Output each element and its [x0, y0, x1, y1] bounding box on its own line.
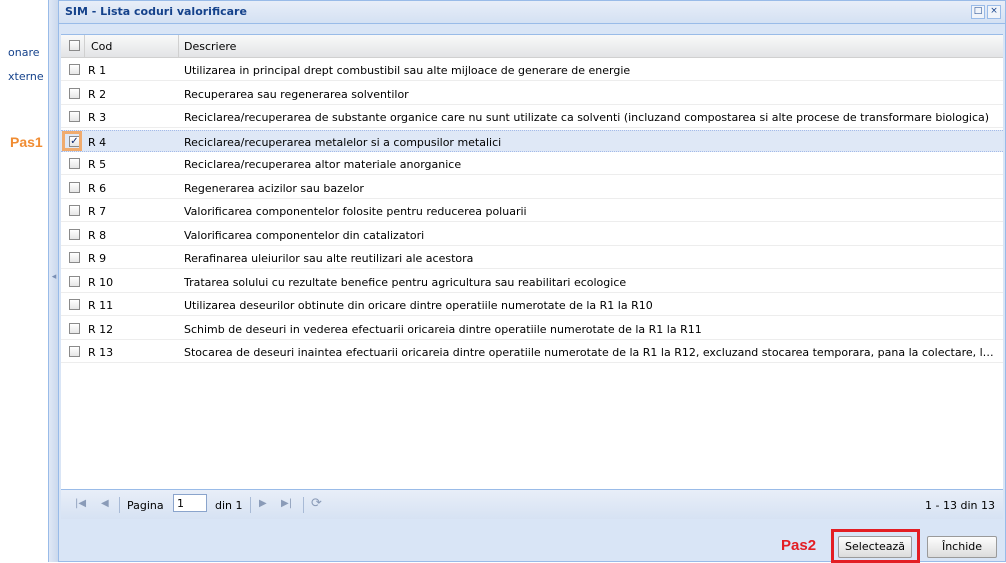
left-nav-item-2[interactable]: xterne: [8, 70, 44, 83]
dialog-tools: □ ×: [971, 5, 1001, 19]
cell-descriere: Utilizarea deseurilor obtinute din orica…: [184, 299, 653, 312]
cell-cod: R 4: [88, 135, 107, 149]
cell-descriere: Utilizarea in principal drept combustibi…: [184, 64, 631, 77]
last-page-icon[interactable]: ▶|: [281, 498, 292, 509]
toolbar-separator: [250, 497, 251, 513]
row-checkbox[interactable]: [69, 252, 80, 263]
row-checkbox[interactable]: [69, 299, 80, 310]
left-navigation: onare xterne: [0, 0, 48, 562]
table-row[interactable]: R 7 Valorificarea componentelor folosite …: [61, 200, 1003, 222]
row-checkbox[interactable]: [69, 181, 80, 193]
cell-descriere: Tratarea solului cu rezultate benefice p…: [184, 275, 627, 289]
cell-descriere: Valorificarea componentelor folosite pen…: [184, 205, 527, 218]
cell-cod: R 3: [88, 111, 107, 124]
row-checkbox[interactable]: [69, 228, 80, 240]
row-checkbox[interactable]: [69, 275, 80, 287]
step1-highlight: [62, 131, 82, 151]
codes-grid: Cod Descriere R 1 Utilizarea in principal…: [61, 34, 1003, 490]
row-checkbox[interactable]: [69, 64, 80, 75]
cell-cod: R 12: [88, 322, 114, 336]
step1-annotation: Pas1: [10, 134, 43, 150]
table-row[interactable]: ✓ R 4 Reciclarea/recuperarea metalelor si …: [61, 129, 1003, 152]
cell-descriere: Reciclarea/recuperarea de substante orga…: [184, 111, 990, 124]
cell-descriere: Schimb de deseuri in vederea efectuarii …: [184, 322, 702, 336]
dialog-title: SIM - Lista coduri valorificare: [65, 5, 247, 18]
step2-highlight: [831, 529, 920, 563]
first-page-icon[interactable]: |◀: [75, 498, 86, 509]
close-icon[interactable]: ×: [987, 5, 1001, 19]
cell-descriere: Recuperarea sau regenerarea solventilor: [184, 87, 409, 101]
column-separator: [178, 35, 179, 57]
page-label: Pagina: [127, 499, 164, 512]
cell-cod: R 13: [88, 346, 114, 359]
left-nav-item-1[interactable]: onare: [8, 46, 40, 59]
toolbar-separator: [303, 497, 304, 513]
cell-cod: R 10: [88, 275, 114, 289]
collapse-arrow-icon[interactable]: ◂: [51, 268, 57, 286]
cell-cod: R 5: [88, 158, 107, 171]
table-row[interactable]: R 3 Reciclarea/recuperarea de substante o…: [61, 106, 1003, 128]
cell-cod: R 9: [88, 252, 107, 265]
cell-descriere: Valorificarea componentelor din cataliza…: [184, 228, 425, 242]
cell-descriere: Rerafinarea uleiurilor sau alte reutiliz…: [184, 252, 474, 265]
maximize-icon[interactable]: □: [971, 5, 985, 19]
dialog-header[interactable]: SIM - Lista coduri valorificare □ ×: [59, 1, 1005, 24]
cell-cod: R 1: [88, 64, 107, 77]
row-checkbox[interactable]: [69, 111, 80, 122]
paging-toolbar: |◀ ◀ Pagina din 1 ▶ ▶| ⟳ 1 - 13 din 13: [61, 489, 1003, 520]
row-checkbox[interactable]: [69, 87, 80, 99]
step2-annotation: Pas2: [781, 537, 817, 554]
close-button[interactable]: Închide: [927, 536, 997, 558]
next-page-icon[interactable]: ▶: [259, 498, 267, 509]
record-count: 1 - 13 din 13: [925, 499, 995, 512]
table-row[interactable]: R 2 Recuperarea sau regenerarea solventil…: [61, 83, 1003, 105]
select-all-checkbox[interactable]: [69, 40, 80, 51]
row-checkbox[interactable]: [69, 322, 80, 334]
cell-descriere: Reciclarea/recuperarea altor materiale a…: [184, 158, 462, 171]
column-header-cod[interactable]: Cod: [91, 40, 112, 53]
cell-descriere: Regenerarea acizilor sau bazelor: [184, 181, 364, 195]
cell-descriere: Reciclarea/recuperarea metalelor si a co…: [184, 135, 502, 149]
table-row[interactable]: R 6 Regenerarea acizilor sau bazelor: [61, 177, 1003, 199]
row-checkbox[interactable]: [69, 346, 80, 357]
row-checkbox[interactable]: [69, 205, 80, 216]
cell-cod: R 6: [88, 181, 107, 195]
page-of-label: din 1: [215, 499, 243, 512]
table-row[interactable]: R 12 Schimb de deseuri in vederea efectua…: [61, 318, 1003, 340]
dialog-window: SIM - Lista coduri valorificare □ × Cod …: [58, 0, 1006, 562]
cell-cod: R 8: [88, 228, 107, 242]
grid-header: Cod Descriere: [61, 35, 1003, 58]
page-number-input[interactable]: [173, 494, 207, 512]
table-row[interactable]: R 1 Utilizarea in principal drept combust…: [61, 59, 1003, 81]
column-header-descriere[interactable]: Descriere: [184, 40, 236, 53]
refresh-icon[interactable]: ⟳: [311, 496, 322, 511]
row-checkbox[interactable]: [69, 158, 80, 169]
cell-cod: R 2: [88, 87, 107, 101]
prev-page-icon[interactable]: ◀: [101, 498, 109, 509]
table-row[interactable]: R 8 Valorificarea componentelor din catal…: [61, 224, 1003, 246]
column-separator: [84, 35, 85, 57]
table-row[interactable]: R 10 Tratarea solului cu rezultate benefi…: [61, 271, 1003, 293]
table-row[interactable]: R 13 Stocarea de deseuri inaintea efectua…: [61, 341, 1003, 363]
cell-cod: R 7: [88, 205, 107, 218]
cell-descriere: Stocarea de deseuri inaintea efectuarii …: [184, 346, 996, 359]
table-row[interactable]: R 11 Utilizarea deseurilor obtinute din o…: [61, 294, 1003, 316]
table-row[interactable]: R 9 Rerafinarea uleiurilor sau alte reuti…: [61, 247, 1003, 269]
toolbar-separator: [119, 497, 120, 513]
table-row[interactable]: R 5 Reciclarea/recuperarea altor material…: [61, 153, 1003, 175]
cell-cod: R 11: [88, 299, 114, 312]
